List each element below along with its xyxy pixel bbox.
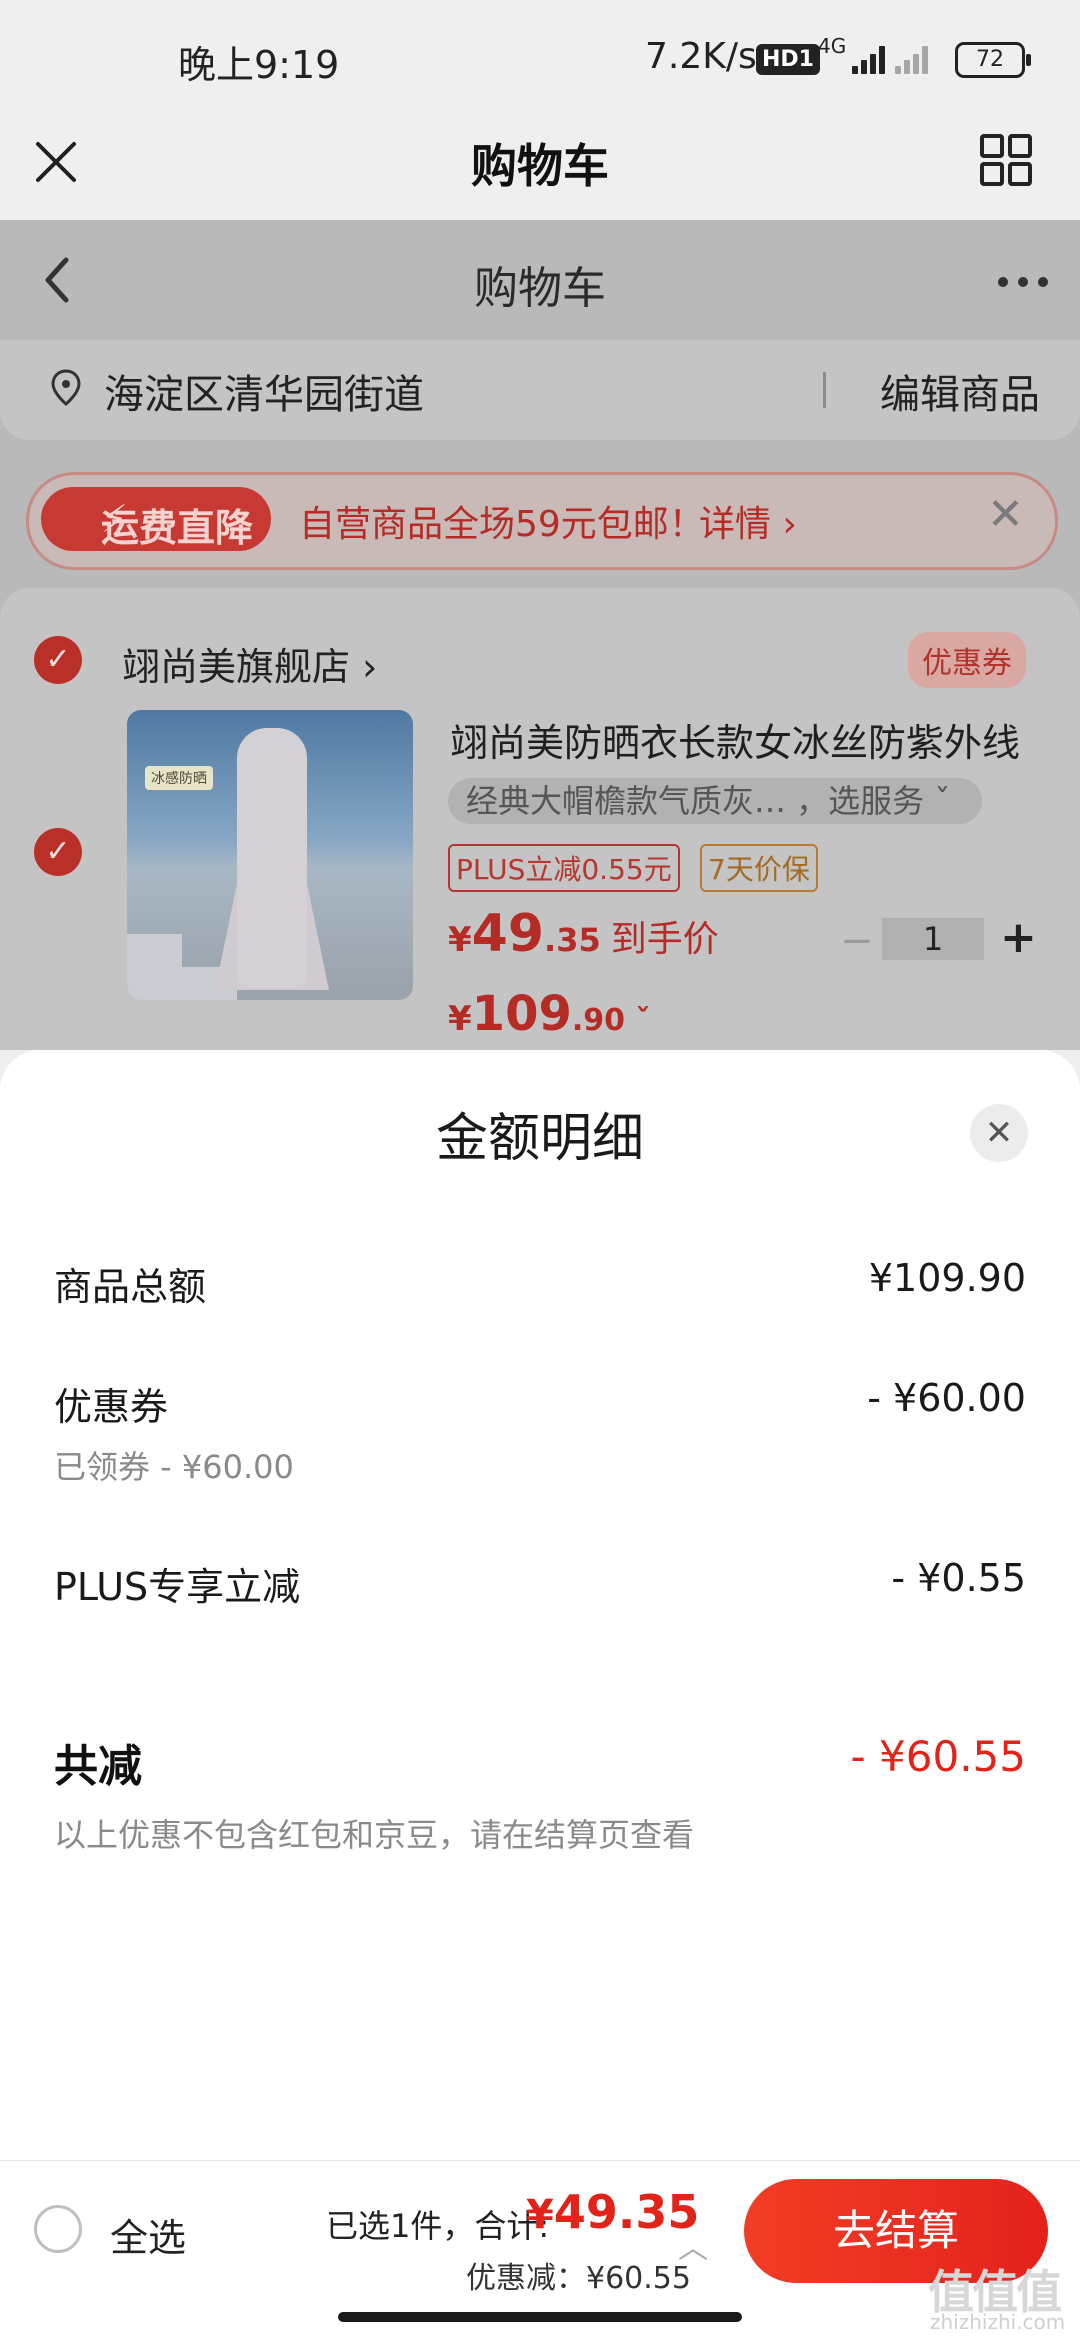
store-name-link[interactable]: 翊尚美旗舰店 › bbox=[122, 636, 377, 691]
divider bbox=[823, 372, 826, 408]
signal-2-icon bbox=[895, 44, 935, 74]
final-price: ¥49.35 到手价 bbox=[448, 904, 719, 964]
amount-detail-sheet: 金额明细 ✕ 商品总额 ¥109.90 优惠券 - ¥60.00 已领券 - ¥… bbox=[0, 1050, 1080, 2160]
status-time: 晚上9:19 bbox=[178, 43, 340, 87]
sheet-title: 金额明细 bbox=[435, 1109, 644, 1169]
address-text: 海淀区清华园街道 bbox=[104, 372, 424, 418]
quantity-increase-button[interactable]: + bbox=[1000, 912, 1037, 963]
network-speed: 7.2K/s bbox=[645, 36, 757, 77]
plus-discount-label: PLUS专享立减 bbox=[54, 1565, 301, 1609]
price-guarantee-tag: 7天价保 bbox=[700, 844, 818, 892]
watermark-url: zhizhizhi.com bbox=[930, 2310, 1066, 2334]
address-bar[interactable]: 海淀区清华园街道 编辑商品 bbox=[0, 340, 1080, 440]
cart-header: 购物车 bbox=[0, 220, 1080, 340]
close-sheet-button[interactable]: ✕ bbox=[970, 1104, 1028, 1162]
status-bar: 晚上9:19 7.2K/s HD1 4G 72 bbox=[0, 0, 1080, 110]
product-image[interactable]: 冰感防晒 bbox=[127, 710, 413, 1000]
total-discount-value: - ¥60.55 bbox=[850, 1732, 1026, 1781]
coupon-sub-text: 已领券 - ¥60.00 bbox=[54, 1448, 294, 1486]
discount-note: 以上优惠不包含红包和京豆，请在结算页查看 bbox=[54, 1816, 695, 1854]
app-title: 购物车 bbox=[471, 139, 609, 193]
network-type: 4G bbox=[818, 34, 847, 58]
gesture-area bbox=[0, 2300, 1080, 2340]
shipping-badge-label: 运费直降 bbox=[101, 506, 254, 550]
cart-page-dimmed: 购物车 海淀区清华园街道 编辑商品 ⚡ 运费直降 自营商品全场59元包邮！ 详情… bbox=[0, 220, 1080, 1050]
chevron-up-icon[interactable]: ︿ bbox=[678, 2223, 708, 2267]
signal-icon bbox=[852, 44, 892, 74]
promo-text: 自营商品全场59元包邮！ bbox=[299, 504, 705, 545]
coupon-button[interactable]: 优惠券 bbox=[908, 632, 1026, 688]
store-checkbox[interactable]: ✓ bbox=[34, 636, 82, 684]
quantity-decrease-button[interactable]: − bbox=[840, 918, 874, 964]
discount-summary[interactable]: 优惠减：¥60.55 bbox=[466, 2253, 691, 2297]
more-dots-icon[interactable] bbox=[995, 274, 1055, 290]
store-card: ✓ 翊尚美旗舰店 › 优惠券 ✓ 冰感防晒 翊尚美防晒衣长款女冰丝防紫外线 经典… bbox=[0, 588, 1080, 1050]
plus-discount-value: - ¥0.55 bbox=[891, 1556, 1026, 1600]
promo-detail-link[interactable]: 详情 › bbox=[699, 495, 797, 547]
goods-total-value: ¥109.90 bbox=[868, 1256, 1026, 1300]
app-header: 购物车 bbox=[0, 110, 1080, 220]
gesture-bar[interactable] bbox=[338, 2312, 742, 2322]
plus-discount-tag: PLUS立减0.55元 bbox=[448, 844, 680, 892]
product-image-tag: 冰感防晒 bbox=[145, 766, 213, 790]
selected-count: 已选1件，合计: bbox=[326, 2207, 550, 2245]
battery-icon: 72 bbox=[955, 42, 1031, 78]
product-spec-selector[interactable]: 经典大帽檐款气质灰… ，选服务 ˇ bbox=[448, 778, 982, 824]
cart-title: 购物车 bbox=[474, 263, 606, 314]
close-banner-icon[interactable]: ✕ bbox=[987, 489, 1024, 540]
original-price[interactable]: ¥109.90 ˇ bbox=[448, 986, 650, 1042]
location-pin-icon bbox=[50, 368, 82, 408]
product-checkbox[interactable]: ✓ bbox=[34, 828, 82, 876]
edit-items-button[interactable]: 编辑商品 bbox=[880, 362, 1040, 420]
total-discount-label: 共减 bbox=[54, 1741, 142, 1792]
quantity-field[interactable]: 1 bbox=[882, 918, 984, 960]
goods-total-label: 商品总额 bbox=[54, 1265, 207, 1309]
shipping-badge: ⚡ 运费直降 bbox=[41, 487, 271, 551]
coupon-value: - ¥60.00 bbox=[867, 1376, 1026, 1420]
select-all-checkbox[interactable] bbox=[34, 2205, 82, 2253]
shipping-promo-banner[interactable]: ⚡ 运费直降 自营商品全场59元包邮！ 详情 › ✕ bbox=[26, 472, 1058, 570]
select-all-label[interactable]: 全选 bbox=[110, 2207, 186, 2262]
total-amount: ¥49.35 bbox=[526, 2185, 700, 2239]
coupon-label: 优惠券 bbox=[54, 1385, 169, 1429]
grid-icon[interactable] bbox=[978, 132, 1034, 188]
hd-badge: HD1 bbox=[756, 44, 820, 75]
checkout-bar: 全选 已选1件，合计: ¥49.35 优惠减：¥60.55 ︿ 去结算 bbox=[0, 2160, 1080, 2301]
product-title[interactable]: 翊尚美防晒衣长款女冰丝防紫外线 bbox=[450, 712, 1020, 767]
